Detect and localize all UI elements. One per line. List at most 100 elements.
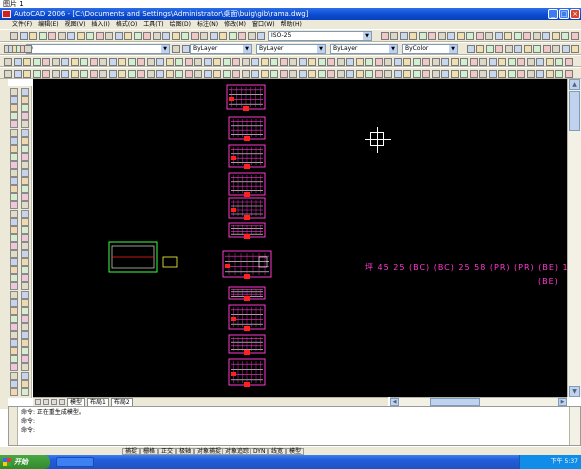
draw-tool-icon[interactable] [21, 298, 29, 307]
toolbar-tool-icon[interactable] [561, 32, 569, 40]
toolbar-tool-icon[interactable] [114, 32, 123, 40]
toolbar-tool-icon[interactable] [399, 32, 408, 40]
toolbar-tool-icon[interactable] [42, 58, 50, 66]
draw-tool-icon[interactable] [10, 193, 18, 202]
toolbar-tool-icon[interactable] [184, 58, 193, 66]
toolbar-tool-icon[interactable] [469, 58, 478, 66]
title-bar[interactable]: AutoCAD 2006 - [C:\Documents and Setting… [0, 8, 581, 20]
draw-tool-icon[interactable] [21, 290, 29, 299]
horizontal-scroll-thumb[interactable] [430, 398, 480, 406]
text-style-select[interactable]: ISO-25 ▼ [268, 31, 372, 41]
draw-tool-icon[interactable] [21, 193, 29, 202]
command-window[interactable]: 命令: 正在重生成模型。 命令: 命令: [8, 406, 581, 446]
tab-first-icon[interactable] [35, 399, 41, 405]
toolbar-tool-icon[interactable] [181, 45, 190, 53]
toolbar-tool-icon[interactable] [232, 58, 240, 66]
command-window-grip[interactable] [9, 407, 18, 445]
toolbar-tool-icon[interactable] [165, 70, 174, 78]
toolbar-tool-icon[interactable] [89, 58, 98, 66]
draw-tool-icon[interactable] [21, 128, 29, 137]
toolbar-tool-icon[interactable] [171, 32, 180, 40]
toolbar-tool-icon[interactable] [80, 70, 88, 78]
linetype-select[interactable]: ByLayer ▼ [256, 44, 326, 54]
toolbar-tool-icon[interactable] [418, 32, 427, 40]
toolbar-tool-icon[interactable] [355, 58, 364, 66]
status-lineweight[interactable]: 线宽 [268, 448, 287, 455]
toolbar-tool-icon[interactable] [241, 58, 250, 66]
scroll-down-arrow-icon[interactable]: ▼ [569, 386, 580, 397]
draw-tool-icon[interactable] [21, 387, 29, 396]
toolbar-tool-icon[interactable] [270, 58, 278, 66]
toolbar-tool-icon[interactable] [289, 58, 297, 66]
menu-edit[interactable]: 编辑(E) [38, 20, 58, 29]
draw-tool-icon[interactable] [10, 355, 18, 364]
draw-tool-icon[interactable] [10, 112, 18, 121]
draw-tool-icon[interactable] [21, 379, 29, 388]
toolbar-tool-icon[interactable] [403, 70, 411, 78]
toolbar-tool-icon[interactable] [156, 70, 164, 78]
toolbar-tool-icon[interactable] [38, 32, 47, 40]
toolbar-tool-icon[interactable] [336, 58, 345, 66]
toolbar-tool-icon[interactable] [4, 58, 12, 66]
toolbar-tool-icon[interactable] [42, 70, 50, 78]
toolbar-tool-icon[interactable] [317, 58, 326, 66]
draw-tool-icon[interactable] [21, 185, 29, 194]
start-button[interactable]: 开始 [0, 455, 50, 469]
status-ortho[interactable]: 正交 [158, 448, 177, 455]
toolbar-tool-icon[interactable] [494, 32, 503, 40]
toolbar-tool-icon[interactable] [346, 70, 354, 78]
scroll-up-arrow-icon[interactable]: ▲ [569, 79, 580, 90]
draw-tool-icon[interactable] [21, 274, 29, 283]
toolbar-tool-icon[interactable] [184, 70, 193, 78]
toolbar-tool-icon[interactable] [194, 58, 202, 66]
toolbar-tool-icon[interactable] [181, 32, 189, 40]
toolbar-tool-icon[interactable] [431, 58, 440, 66]
draw-tool-icon[interactable] [10, 177, 18, 186]
tab-layout2[interactable]: 布局2 [110, 398, 133, 406]
command-prompt-line[interactable]: 命令: [21, 427, 35, 434]
draw-tool-icon[interactable] [21, 144, 29, 153]
draw-tool-icon[interactable] [10, 306, 18, 315]
toolbar-tool-icon[interactable] [190, 32, 199, 40]
toolbar-tool-icon[interactable] [495, 45, 503, 53]
toolbar-tool-icon[interactable] [270, 70, 278, 78]
toolbar-tool-icon[interactable] [393, 58, 402, 66]
draw-tool-icon[interactable] [10, 104, 18, 113]
draw-tool-icon[interactable] [10, 152, 18, 161]
command-scrollbar[interactable] [569, 407, 580, 445]
draw-tool-icon[interactable] [10, 379, 18, 388]
lineweight-select[interactable]: ByLayer ▼ [330, 44, 398, 54]
draw-tool-icon[interactable] [21, 250, 29, 258]
toolbar-tool-icon[interactable] [380, 32, 389, 40]
draw-tool-icon[interactable] [10, 169, 18, 177]
draw-tool-icon[interactable] [21, 331, 29, 339]
draw-tool-icon[interactable] [10, 250, 18, 258]
toolbar-tool-icon[interactable] [32, 70, 41, 78]
toolbar-tool-icon[interactable] [279, 58, 288, 66]
toolbar-tool-icon[interactable] [507, 70, 516, 78]
toolbar-tool-icon[interactable] [232, 70, 240, 78]
toolbar-tool-icon[interactable] [308, 70, 316, 78]
toolbar-tool-icon[interactable] [279, 70, 288, 78]
draw-tool-icon[interactable] [10, 120, 18, 129]
toolbar-tool-icon[interactable] [355, 70, 364, 78]
tab-layout1[interactable]: 布局1 [87, 398, 109, 406]
draw-tool-icon[interactable] [10, 225, 18, 234]
toolbar-tool-icon[interactable] [374, 70, 383, 78]
toolbar-tool-icon[interactable] [551, 32, 560, 40]
toolbar-tool-icon[interactable] [523, 32, 531, 40]
draw-tool-icon[interactable] [10, 298, 18, 307]
toolbar-tool-icon[interactable] [251, 58, 259, 66]
toolbar-tool-icon[interactable] [57, 32, 66, 40]
toolbar-tool-icon[interactable] [346, 58, 354, 66]
toolbar-tool-icon[interactable] [504, 45, 513, 53]
draw-tool-icon[interactable] [21, 233, 29, 242]
draw-tool-icon[interactable] [10, 363, 18, 372]
toolbar-tool-icon[interactable] [298, 70, 307, 78]
autocad-app-icon[interactable] [2, 10, 11, 18]
toolbar-tool-icon[interactable] [466, 45, 475, 53]
menu-modify[interactable]: 修改(M) [224, 20, 246, 29]
toolbar-tool-icon[interactable] [222, 58, 231, 66]
draw-tool-icon[interactable] [10, 290, 18, 299]
toolbar-tool-icon[interactable] [336, 70, 345, 78]
